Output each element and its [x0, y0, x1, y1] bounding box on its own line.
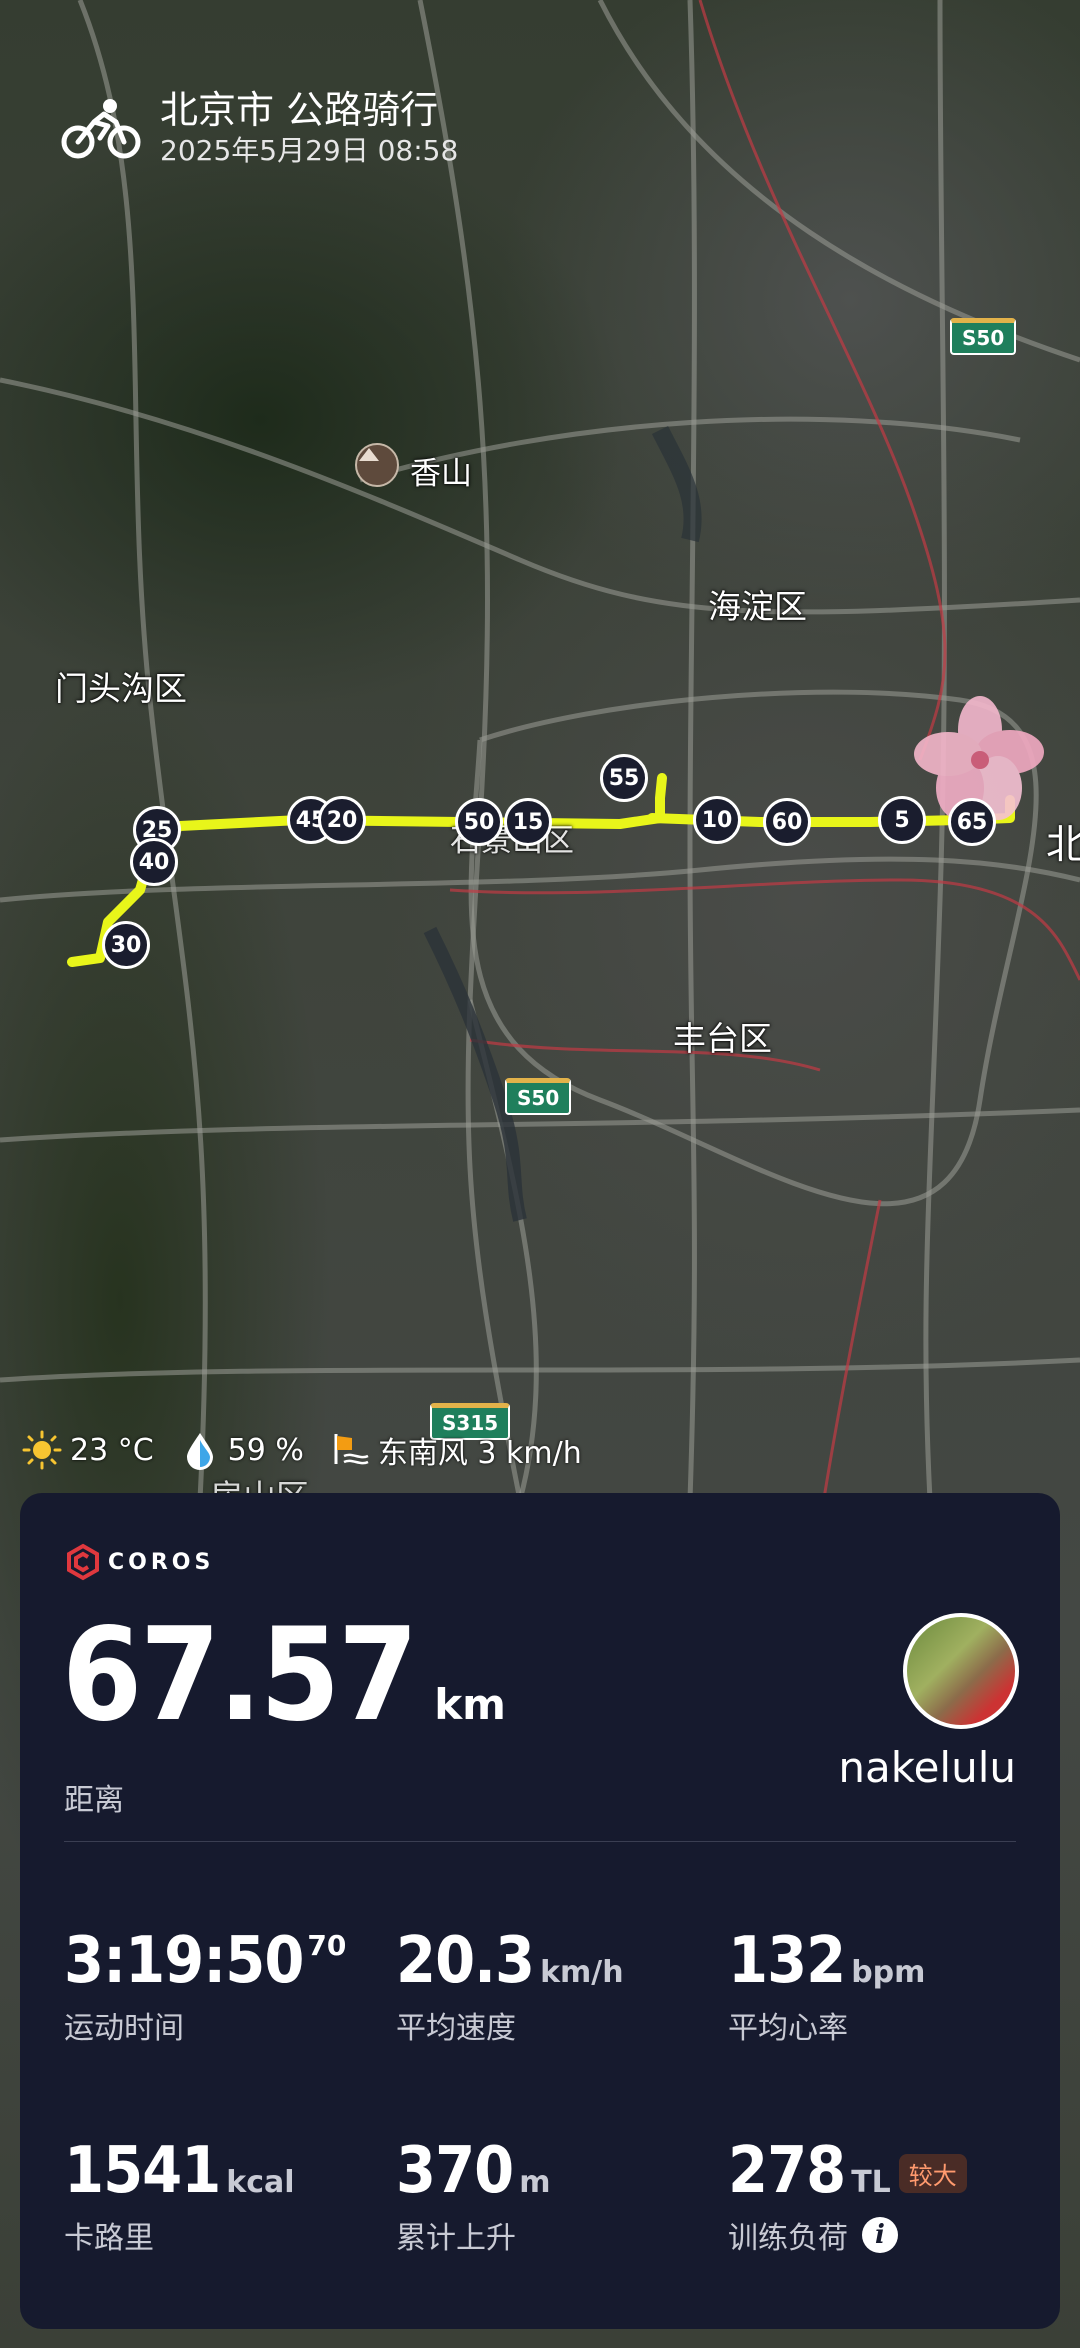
sun-icon: [22, 1430, 62, 1470]
km-marker: 40: [130, 838, 178, 886]
wind-item: 东南风 3 km/h: [330, 1428, 582, 1472]
heart-rate-unit: bpm: [851, 1955, 926, 1990]
speed-value: 20.3: [396, 1924, 535, 1998]
coros-logo-icon: [67, 1543, 99, 1581]
place-label-fengtai: 丰台区: [673, 1019, 772, 1058]
elevation-unit: m: [519, 2165, 551, 2200]
weather-bar: 23 °C 59 % 东南风 3 km/h: [22, 1428, 608, 1472]
distance-label: 距离: [64, 1783, 124, 1818]
humidity-item: 59 %: [180, 1430, 304, 1470]
elevation-label: 累计上升: [396, 2221, 516, 2256]
stat-time: 3:19:50 70 运动时间: [64, 1925, 346, 2047]
stat-calories: 1541 kcal 卡路里: [64, 2135, 295, 2257]
calories-unit: kcal: [226, 2165, 295, 2200]
distance-unit: km: [434, 1680, 506, 1729]
place-label-haidian: 海淀区: [708, 587, 807, 626]
training-load-label: 训练负荷: [728, 2221, 848, 2256]
km-marker: 15: [504, 798, 552, 846]
stat-elevation: 370 m 累计上升: [396, 2135, 550, 2257]
time-value: 3:19:50: [64, 1924, 304, 1998]
temperature-value: 23 °C: [70, 1432, 154, 1468]
calories-label: 卡路里: [64, 2221, 154, 2256]
road-sign: S50: [950, 318, 1017, 355]
training-load-badge: 较大: [898, 2154, 967, 2193]
stat-speed: 20.3 km/h 平均速度: [396, 1925, 624, 2047]
km-marker: 30: [102, 921, 150, 969]
cycling-icon: [61, 99, 141, 159]
username: nakelulu: [838, 1743, 1016, 1792]
brand-logo: COROS: [64, 1543, 214, 1581]
time-label: 运动时间: [64, 2011, 184, 2046]
water-drop-icon: [186, 1433, 213, 1470]
distance-display: 67.57 km: [62, 1601, 506, 1750]
time-fraction: 70: [307, 1929, 347, 1962]
distance-value: 67.57: [62, 1601, 418, 1750]
heart-rate-label: 平均心率: [728, 2011, 848, 2046]
speed-unit: km/h: [540, 1955, 624, 1990]
km-marker: 65: [948, 798, 996, 846]
speed-label: 平均速度: [396, 2011, 516, 2046]
place-label-xiangshan: 香山: [410, 456, 472, 492]
calories-value: 1541: [64, 2134, 221, 2208]
temperature-item: 23 °C: [22, 1430, 154, 1470]
mountain-icon[interactable]: [355, 443, 399, 487]
training-load-value: 278: [728, 2134, 846, 2208]
humidity-value: 59 %: [227, 1432, 304, 1468]
stats-card: COROS 67.57 km 距离 nakelulu 3:19:50 70 运动时…: [20, 1493, 1060, 2329]
place-label-edge: 北: [1046, 822, 1080, 868]
avatar[interactable]: [903, 1613, 1019, 1729]
activity-datetime: 2025年5月29日 08:58: [160, 134, 459, 167]
stat-training-load: 278 TL 较大 训练负荷 i: [728, 2135, 967, 2257]
road-sign: S50: [505, 1078, 572, 1115]
km-marker: 20: [318, 796, 366, 844]
elevation-value: 370: [396, 2134, 514, 2208]
stat-heart-rate: 132 bpm 平均心率: [728, 1925, 925, 2047]
km-marker: 55: [600, 754, 648, 802]
km-marker: 5: [878, 796, 926, 844]
brand-name: COROS: [108, 1549, 215, 1575]
divider: [64, 1841, 1016, 1842]
info-icon[interactable]: i: [862, 2217, 898, 2253]
heart-rate-value: 132: [728, 1924, 846, 1998]
activity-header: 北京市 公路骑行 2025年5月29日 08:58: [60, 88, 458, 168]
wind-flag-icon: [334, 1434, 369, 1465]
training-load-unit: TL: [851, 2165, 891, 2200]
km-marker: 10: [693, 796, 741, 844]
activity-title: 北京市 公路骑行: [160, 88, 439, 132]
km-marker: 50: [455, 798, 503, 846]
place-label-mentougou: 门头沟区: [55, 669, 187, 708]
wind-value: 东南风 3 km/h: [377, 1436, 582, 1471]
km-marker: 60: [763, 798, 811, 846]
